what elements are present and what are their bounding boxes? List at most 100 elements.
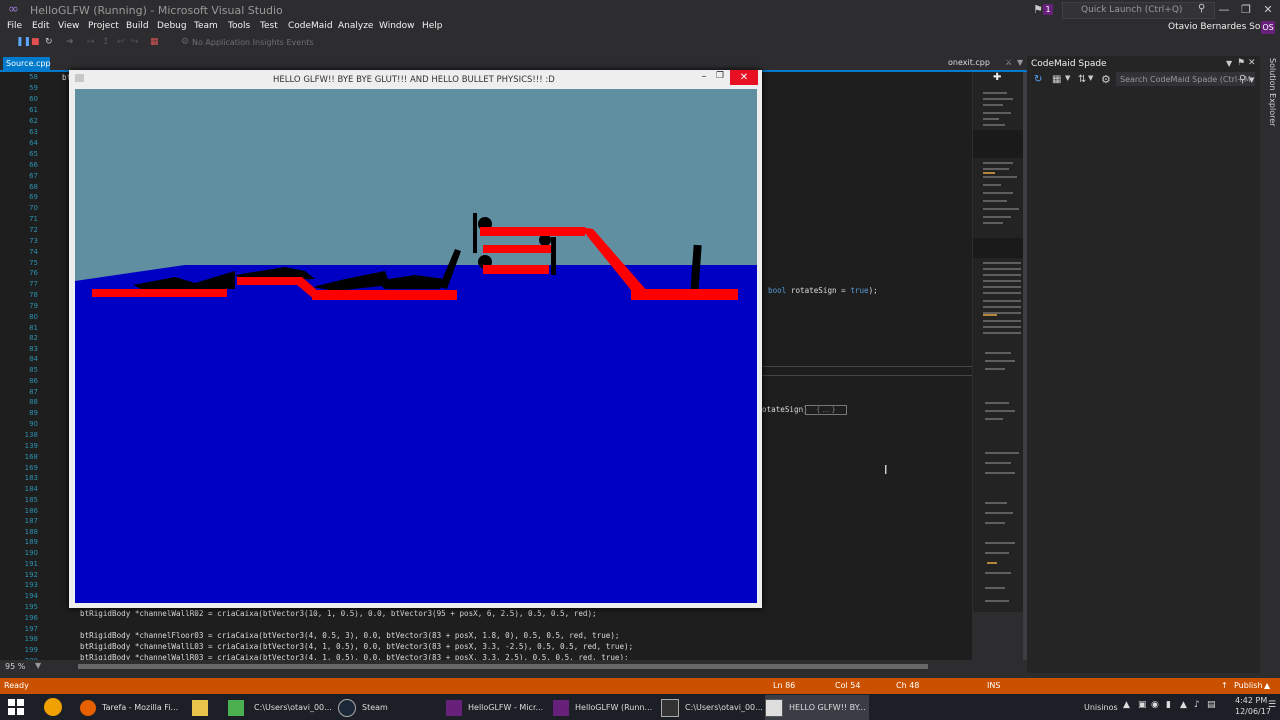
tray-wifi-icon[interactable]: ▲ (1180, 700, 1187, 710)
pause-icon[interactable]: ❚❚ (16, 37, 31, 47)
action-center-icon[interactable]: ☰ (1268, 700, 1276, 710)
menu-debug[interactable]: Debug (157, 21, 187, 31)
line-number: 87 (29, 388, 38, 396)
sort-dropdown-icon[interactable]: ▼ (1088, 74, 1093, 82)
tray-volume-icon[interactable]: ♪ (1194, 700, 1200, 710)
settings-gear-icon[interactable]: ⚙ (1101, 73, 1111, 86)
status-bar (0, 678, 1280, 694)
menu-file[interactable]: File (7, 21, 22, 31)
taskbar-label: C:\Users\otavi_00... (685, 703, 763, 712)
sort-icon[interactable]: ⇅ (1078, 74, 1086, 85)
pane-pin-icon[interactable]: ⚑ (1237, 58, 1245, 68)
notifications-flag-icon[interactable]: ⚑ (1033, 3, 1043, 16)
menu-team[interactable]: Team (194, 21, 218, 31)
menu-help[interactable]: Help (422, 21, 443, 31)
clock-time[interactable]: 4:42 PM (1235, 696, 1267, 705)
menu-analyze[interactable]: Analyze (338, 21, 373, 31)
zoom-level[interactable]: 95 % (5, 662, 25, 671)
tab-source-cpp[interactable]: Source.cpp (3, 57, 51, 70)
maximize-button[interactable]: ❐ (1236, 2, 1256, 18)
avatar[interactable]: OS (1261, 21, 1275, 34)
tray-battery-icon[interactable]: ▮ (1166, 700, 1171, 710)
step-over-icon[interactable]: ↥ (102, 37, 110, 47)
pane-close-icon[interactable]: ✕ (1248, 58, 1256, 68)
windows-start-icon[interactable] (8, 699, 24, 715)
menu-project[interactable]: Project (88, 21, 119, 31)
menu-build[interactable]: Build (126, 21, 149, 31)
line-number: 196 (24, 614, 38, 622)
menu-view[interactable]: View (58, 21, 79, 31)
stop-icon[interactable]: ■ (31, 37, 40, 47)
menu-tools[interactable]: Tools (228, 21, 250, 31)
codemaid-search-icon[interactable]: ⚲ (1239, 74, 1246, 85)
taskbar-steam[interactable]: Steam (338, 695, 438, 720)
physics-scene-canvas[interactable] (75, 89, 757, 603)
gl-maximize-button[interactable]: ❐ (713, 71, 727, 84)
restart-icon[interactable]: ↻ (45, 37, 53, 47)
menu-codemaid[interactable]: CodeMaid (288, 21, 333, 31)
visual-studio-icon (446, 699, 462, 716)
tray-language-icon[interactable]: ▤ (1207, 700, 1216, 710)
tray-label[interactable]: Unisinos (1084, 695, 1118, 720)
step-out-icon[interactable]: ↩ (117, 37, 125, 47)
tray-steam-icon[interactable]: ◉ (1151, 700, 1159, 710)
layout-dropdown-icon[interactable]: ▼ (1065, 74, 1070, 82)
codemaid-search-placeholder: Search CodeMaid Spade (Ctrl+M (1120, 75, 1251, 84)
menu-edit[interactable]: Edit (32, 21, 49, 31)
horizontal-scroll-thumb[interactable] (78, 664, 928, 669)
taskbar-vs-1[interactable]: HelloGLFW - Micr... (446, 695, 550, 720)
publish-button[interactable]: Publish (1234, 681, 1263, 690)
tab-pin-icon[interactable]: ⚔ (1005, 58, 1012, 67)
code-line-197: btRigidBody *channelWallR02 = criaCaixa(… (80, 609, 597, 618)
collapsed-region[interactable]: { ... } (805, 405, 847, 415)
media-player-icon[interactable] (44, 698, 62, 716)
close-button[interactable]: ✕ (1258, 2, 1278, 18)
tab-dropdown-icon[interactable]: ▼ (1017, 58, 1023, 67)
line-number: 184 (24, 485, 38, 493)
line-number: 62 (29, 117, 38, 125)
tray-network-icon[interactable]: ▣ (1138, 700, 1147, 710)
publish-dropdown-icon[interactable]: ▲ (1264, 681, 1270, 690)
taskbar-cmd-1[interactable]: C:\Users\otavi_00... (254, 695, 332, 720)
step-into-icon[interactable]: ↦ (87, 37, 95, 47)
step-back-icon[interactable]: ↪ (131, 37, 139, 47)
quick-launch-input[interactable]: Quick Launch (Ctrl+Q) (1062, 2, 1215, 19)
tray-chevron-icon[interactable]: ▲ (1123, 700, 1130, 710)
notification-badge[interactable]: 1 (1043, 4, 1053, 15)
line-number: 72 (29, 226, 38, 234)
layout-icon[interactable]: ▦ (1052, 74, 1061, 85)
minimize-button[interactable]: — (1214, 2, 1234, 18)
codemaid-search-dropdown-icon[interactable]: ▼ (1249, 76, 1254, 84)
status-mode: INS (987, 681, 1001, 690)
search-icon[interactable]: ⚲ (1198, 3, 1205, 14)
tab-onexit-cpp[interactable]: onexit.cpp (948, 58, 990, 67)
insights-label[interactable]: No Application Insights Events (192, 38, 314, 47)
line-number: 187 (24, 517, 38, 525)
folder-icon (192, 699, 208, 716)
solution-explorer-tab[interactable]: Solution Explorer (1263, 58, 1277, 158)
publish-icon[interactable]: ↑ (1221, 681, 1228, 690)
minimap-split-icon[interactable]: ✚ (993, 72, 1001, 83)
taskbar-app[interactable] (228, 695, 244, 720)
menu-test[interactable]: Test (260, 21, 278, 31)
pane-dropdown-icon[interactable]: ▼ (1226, 59, 1232, 68)
app-icon (228, 699, 244, 716)
refresh-icon[interactable]: ↻ (1034, 74, 1042, 85)
code-minimap[interactable] (973, 72, 1023, 612)
taskbar-cmd-2[interactable]: C:\Users\otavi_00... (661, 695, 763, 720)
user-name[interactable]: Otavio Bernardes Soria (1168, 22, 1272, 32)
taskbar-glfw-window[interactable]: HELLO GLFW!! BY... (765, 695, 869, 720)
line-number: 138 (24, 431, 38, 439)
line-number: 192 (24, 571, 38, 579)
taskbar-vs-2[interactable]: HelloGLFW (Runn... (553, 695, 653, 720)
taskbar-explorer[interactable] (192, 695, 216, 720)
line-number: 75 (29, 259, 38, 267)
taskbar-firefox[interactable]: Tarefa - Mozilla Fi... (80, 695, 186, 720)
hex-display-icon[interactable]: ▦ (150, 37, 159, 47)
show-next-statement-icon[interactable]: ➜ (66, 37, 74, 47)
gl-close-button[interactable]: ✕ (730, 70, 758, 85)
clock-date[interactable]: 12/06/17 (1235, 707, 1271, 716)
gl-minimize-button[interactable]: – (697, 71, 711, 84)
menu-window[interactable]: Window (379, 21, 415, 31)
zoom-dropdown-icon[interactable]: ▼ (35, 661, 41, 670)
